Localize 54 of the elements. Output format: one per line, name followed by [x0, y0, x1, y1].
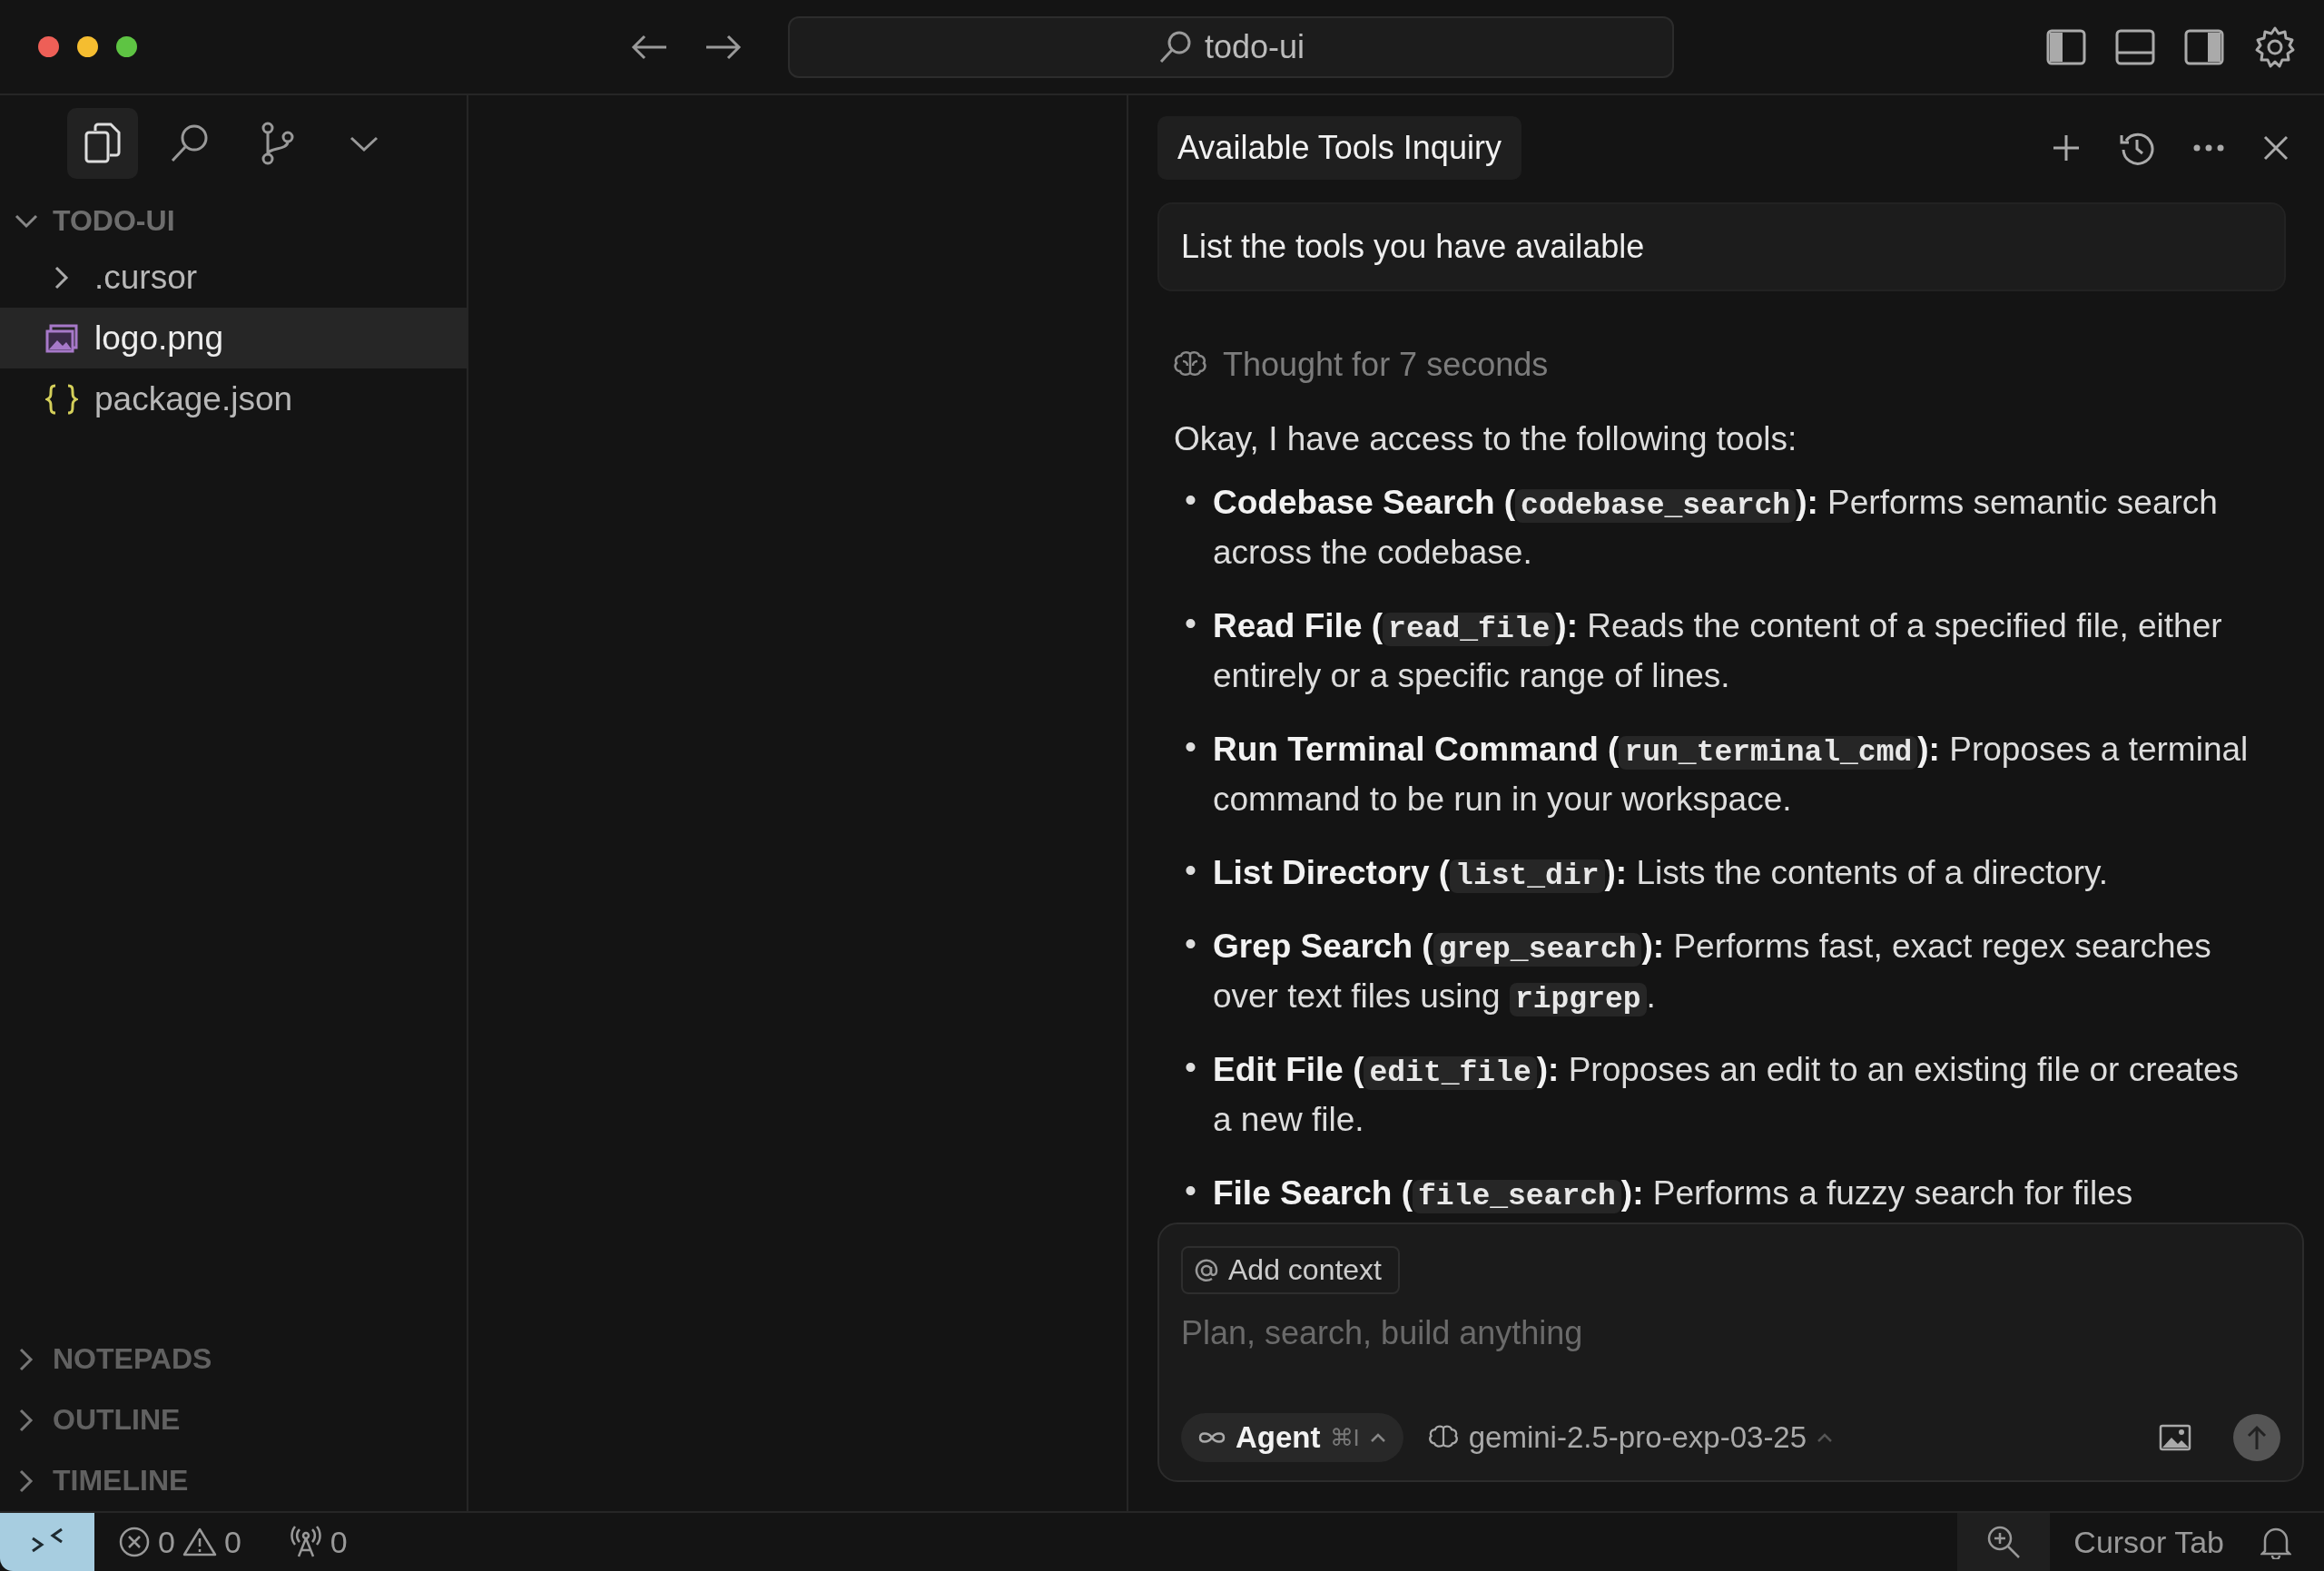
problems-indicator[interactable]: 0 0	[118, 1524, 241, 1560]
files-icon	[83, 122, 123, 165]
close-icon[interactable]	[2262, 134, 2290, 162]
tool-description: Edit File ( edit_file ): Proposes an edit to an existing file or creates a new file.	[1212, 1050, 2240, 1140]
remote-button[interactable]	[0, 1513, 94, 1571]
chevron-icon	[349, 134, 379, 152]
tool-description: Codebase Search ( codebase_search ): Performs semantic search across the codebase.	[1212, 483, 2219, 573]
cursor-tab-status[interactable]: Cursor Tab	[2073, 1524, 2224, 1560]
image-file-icon	[45, 323, 78, 353]
zoom-button[interactable]	[1957, 1513, 2051, 1571]
settings-icon[interactable]	[2253, 25, 2297, 69]
file-tree-item[interactable]: .cursor	[0, 247, 467, 308]
file-tree-item[interactable]: package.json	[0, 368, 467, 429]
more-options-icon[interactable]	[2193, 144, 2224, 152]
tool-description: Grep Search ( grep_search ): Performs fast, exact regex searches over text files using ripgrep .	[1212, 927, 2212, 1018]
warning-icon	[182, 1527, 217, 1557]
error-icon	[118, 1526, 151, 1558]
left-sidebar-toggle-icon[interactable]	[2046, 28, 2086, 65]
bullet: •	[1185, 480, 1196, 520]
file-tree-item[interactable]: logo.png	[0, 308, 467, 368]
user-message: List the tools you have available	[1157, 202, 2286, 291]
zoom-window-button[interactable]	[116, 36, 137, 57]
tool-description: Read File ( read_file ): Reads the content of a specified file, either entirely or a specific range of lines.	[1212, 606, 2223, 696]
tool-description: List Directory ( list_dir ): Lists the contents of a directory.	[1212, 853, 2109, 895]
thought-duration: Thought for 7 seconds	[1223, 346, 1549, 384]
bullet: •	[1185, 1171, 1196, 1211]
bullet: •	[1185, 924, 1196, 964]
response-text: Okay, I have access to the following tools:	[1174, 420, 1798, 458]
command-search-field[interactable]: todo-ui	[788, 15, 1674, 78]
right-sidebar-toggle-icon[interactable]	[2184, 28, 2224, 65]
bullet: •	[1185, 1047, 1196, 1087]
bullet: •	[1185, 850, 1196, 890]
antenna-icon	[288, 1526, 323, 1558]
up-arrow-icon	[2246, 1424, 2268, 1451]
tool-description: Run Terminal Command ( run_terminal_cmd ): Proposes a terminal command to be run in your workspace.	[1212, 730, 2250, 820]
add-context-button[interactable]: Add context	[1181, 1246, 1400, 1294]
model-selector[interactable]: gemini-2.5-pro-exp-03-25	[1426, 1420, 1835, 1455]
image-icon[interactable]	[2159, 1424, 2191, 1451]
tool-description: File Search ( file_search ): Performs a fuzzy search for files	[1212, 1173, 2133, 1215]
infinity-icon	[1197, 1429, 1226, 1446]
chat-tab[interactable]: Available Tools Inquiry	[1157, 116, 1521, 180]
ports-indicator[interactable]: 0	[288, 1524, 348, 1560]
bullet: •	[1185, 604, 1196, 643]
bottom-panel-toggle-icon[interactable]	[2115, 28, 2155, 65]
plus-icon[interactable]	[2052, 133, 2081, 162]
at-sign-icon	[1194, 1257, 1219, 1283]
project-header[interactable]: TODO-UI	[0, 188, 467, 247]
prompt-input-field[interactable]: Plan, search, build anything	[1181, 1314, 2280, 1352]
minimize-window-button[interactable]	[77, 36, 98, 57]
agent-mode-button[interactable]: Agent ⌘I	[1181, 1413, 1403, 1462]
braces-icon	[45, 383, 78, 415]
explorer-tab[interactable]	[67, 108, 138, 179]
bullet: •	[1185, 727, 1196, 767]
close-window-button[interactable]	[38, 36, 59, 57]
